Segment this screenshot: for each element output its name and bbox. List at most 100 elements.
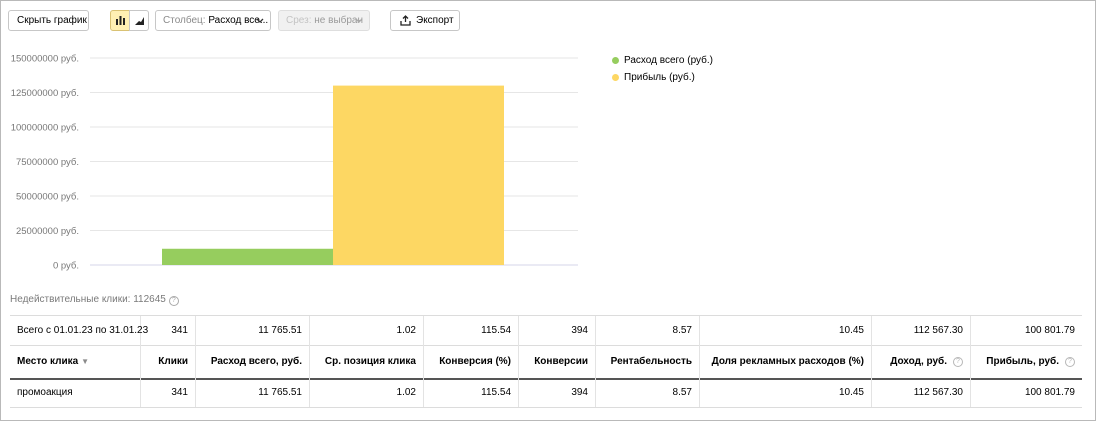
y-tick-label: 0 руб. xyxy=(53,261,79,272)
header-cell-text: Расход всего, руб. xyxy=(210,356,302,367)
data-cell-text: 112 567.30 xyxy=(913,387,963,398)
y-tick-label: 150000000 руб. xyxy=(11,54,79,65)
data-cell: 115.54 xyxy=(424,378,519,407)
data-cell-text: 8.57 xyxy=(672,387,692,398)
total-cell: 394 xyxy=(519,316,596,345)
invalid-clicks-label: Недействительные клики: 112645 xyxy=(10,294,166,305)
y-tick-label: 125000000 руб. xyxy=(11,88,79,99)
header-cell[interactable]: Доход, руб.? xyxy=(872,345,971,378)
total-cell-text: 394 xyxy=(571,325,588,336)
header-cell-text: Рентабельность xyxy=(610,356,692,367)
data-cell-text: 341 xyxy=(171,387,188,398)
data-cell: 112 567.30 xyxy=(872,378,971,407)
y-tick-label: 50000000 руб. xyxy=(16,192,79,203)
total-cell-text: 100 801.79 xyxy=(1024,325,1075,336)
data-cell: 11 765.51 xyxy=(196,378,310,407)
chart-legend: Расход всего (руб.) Прибыль (руб.) xyxy=(612,54,713,88)
data-cell: 10.45 xyxy=(700,378,872,407)
header-cell[interactable]: Конверсия (%) xyxy=(424,345,519,378)
header-cell-text: Ср. позиция клика xyxy=(324,356,416,367)
data-cell: промоакция xyxy=(10,378,141,407)
header-cell[interactable]: Ср. позиция клика xyxy=(310,345,424,378)
data-cell: 8.57 xyxy=(596,378,700,407)
slice-select-prefix: Срез: xyxy=(286,15,312,26)
export-icon xyxy=(400,15,411,26)
hide-chart-button[interactable]: Скрыть график xyxy=(8,10,89,31)
data-cell: 100 801.79 xyxy=(971,378,1082,407)
legend-dot xyxy=(612,57,619,64)
chevron-down-icon xyxy=(256,18,264,23)
column-select[interactable]: Столбец: Расход все... xyxy=(155,10,271,31)
sort-arrow-icon[interactable]: ▼ xyxy=(81,357,89,366)
total-cell-text: 8.57 xyxy=(672,325,692,336)
total-cell-text: 341 xyxy=(171,325,188,336)
total-cell-text: 112 567.30 xyxy=(913,325,963,336)
chevron-down-icon xyxy=(355,18,363,23)
help-icon[interactable]: ? xyxy=(953,356,963,367)
total-cell-text: Всего с 01.01.23 по 31.01.23 xyxy=(17,325,149,336)
data-cell-text: 115.54 xyxy=(481,387,511,398)
total-cell-text: 1.02 xyxy=(396,325,416,336)
data-cell: 394 xyxy=(519,378,596,407)
total-cell-text: 115.54 xyxy=(481,325,511,336)
header-cell[interactable]: Расход всего, руб. xyxy=(196,345,310,378)
data-cell-text: 394 xyxy=(571,387,588,398)
header-cell[interactable]: Клики xyxy=(141,345,196,378)
total-cell-text: 11 765.51 xyxy=(258,325,302,336)
data-cell-text: 100 801.79 xyxy=(1024,387,1075,398)
total-cell: 11 765.51 xyxy=(196,316,310,345)
help-icon[interactable]: ? xyxy=(168,296,179,306)
total-cell: 115.54 xyxy=(424,316,519,345)
help-icon[interactable]: ? xyxy=(1065,356,1075,367)
data-cell: 341 xyxy=(141,378,196,407)
header-cell-text: Доля рекламных расходов (%) xyxy=(711,356,864,367)
legend-dot xyxy=(612,74,619,81)
area-chart-icon xyxy=(135,17,144,25)
y-tick-label: 25000000 руб. xyxy=(16,226,79,237)
bar-chart-button[interactable] xyxy=(110,10,130,31)
header-cell-text: Прибыль, руб. xyxy=(986,356,1059,367)
header-cell[interactable]: Рентабельность xyxy=(596,345,700,378)
bar[interactable] xyxy=(333,85,504,265)
data-cell-text: 1.02 xyxy=(396,387,416,398)
header-cell[interactable]: Конверсии xyxy=(519,345,596,378)
legend-item[interactable]: Расход всего (руб.) xyxy=(612,54,713,71)
bar-chart: 0 руб. 25000000 руб. 50000000 руб. 75000000… xyxy=(11,54,578,272)
total-cell: 1.02 xyxy=(310,316,424,345)
total-cell: 100 801.79 xyxy=(971,316,1082,345)
header-row: Место клика ▼ Клики Расход всего, руб. Ср. п… xyxy=(10,345,1082,380)
total-cell: Всего с 01.01.23 по 31.01.23 xyxy=(10,316,148,345)
data-cell-text: промоакция xyxy=(17,387,73,398)
legend-label: Прибыль (руб.) xyxy=(624,72,695,83)
column-select-prefix: Столбец: xyxy=(163,15,206,26)
total-cell: 341 xyxy=(141,316,196,345)
slice-select[interactable]: Срез: не выбран xyxy=(278,10,370,31)
header-cell-text: Конверсии xyxy=(534,356,588,367)
header-cell[interactable]: Место клика ▼ xyxy=(10,345,141,378)
header-cell-text: Клики xyxy=(158,356,188,367)
header-cell-text: Место клика xyxy=(17,356,79,367)
bar[interactable] xyxy=(162,248,333,265)
header-cell-text: Доход, руб. xyxy=(890,356,947,367)
table-row: промоакция 341 11 765.51 1.02 115.54 394 8.57 1… xyxy=(10,378,1082,408)
y-tick-label: 75000000 руб. xyxy=(16,157,79,168)
legend-item[interactable]: Прибыль (руб.) xyxy=(612,71,713,88)
total-row: Всего с 01.01.23 по 31.01.23 341 11 765.51… xyxy=(10,315,1082,346)
legend-label: Расход всего (руб.) xyxy=(624,55,713,66)
y-tick-label: 100000000 руб. xyxy=(11,123,79,134)
data-cell-text: 10.45 xyxy=(838,387,864,398)
area-chart-button[interactable] xyxy=(129,10,149,31)
total-cell: 112 567.30 xyxy=(872,316,971,345)
header-cell[interactable]: Прибыль, руб.? xyxy=(971,345,1082,378)
bar-chart-icon xyxy=(116,16,125,25)
header-cell[interactable]: Доля рекламных расходов (%) xyxy=(700,345,872,378)
header-cell-text: Конверсия (%) xyxy=(439,356,511,367)
export-button[interactable]: Экспорт xyxy=(390,10,460,31)
export-label: Экспорт xyxy=(416,15,454,26)
data-cell: 1.02 xyxy=(310,378,424,407)
total-cell: 10.45 xyxy=(700,316,872,345)
total-cell: 8.57 xyxy=(596,316,700,345)
invalid-clicks-note: Недействительные клики: 112645? xyxy=(10,294,179,306)
total-cell-text: 10.45 xyxy=(838,325,864,336)
data-cell-text: 11 765.51 xyxy=(258,387,302,398)
